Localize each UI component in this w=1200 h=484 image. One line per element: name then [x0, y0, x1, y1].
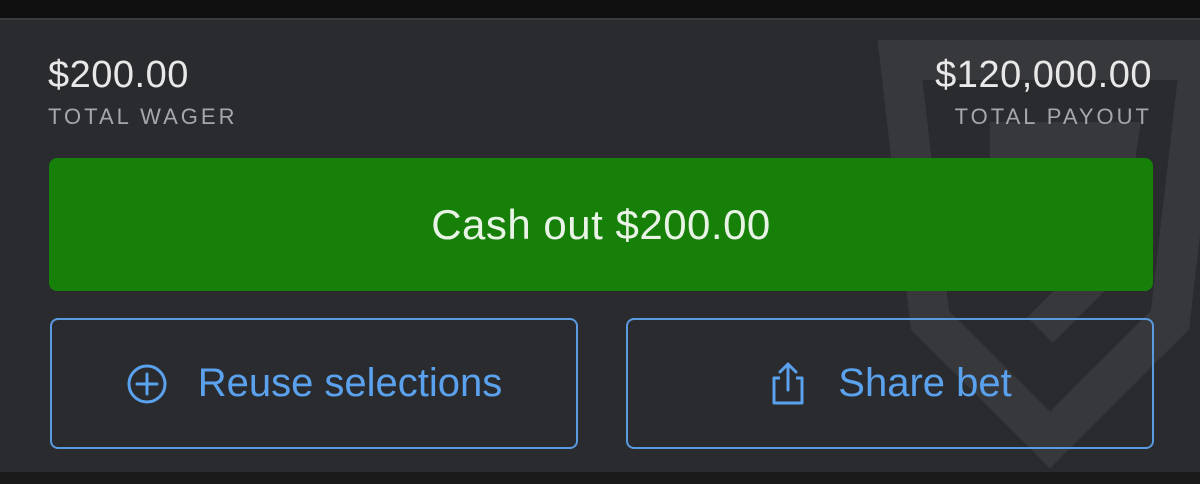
plus-circle-icon — [126, 363, 168, 405]
total-payout-label: TOTAL PAYOUT — [954, 104, 1152, 129]
bottom-bar — [0, 472, 1200, 484]
share-icon — [768, 361, 808, 407]
total-wager-label: TOTAL WAGER — [48, 104, 238, 129]
reuse-selections-label: Reuse selections — [197, 361, 503, 405]
bet-summary-panel: $200.00 TOTAL WAGER $120,000.00 TOTAL PA… — [0, 18, 1200, 474]
reuse-selections-button[interactable]: Reuse selections — [50, 318, 578, 449]
share-bet-button[interactable]: Share bet — [626, 318, 1154, 449]
cash-out-label: Cash out $200.00 — [431, 200, 771, 248]
cash-out-button[interactable]: Cash out $200.00 — [49, 158, 1153, 291]
total-payout-amount: $120,000.00 — [935, 54, 1152, 96]
total-wager-amount: $200.00 — [48, 54, 189, 96]
share-bet-label: Share bet — [838, 361, 1012, 405]
top-bar — [0, 0, 1200, 18]
